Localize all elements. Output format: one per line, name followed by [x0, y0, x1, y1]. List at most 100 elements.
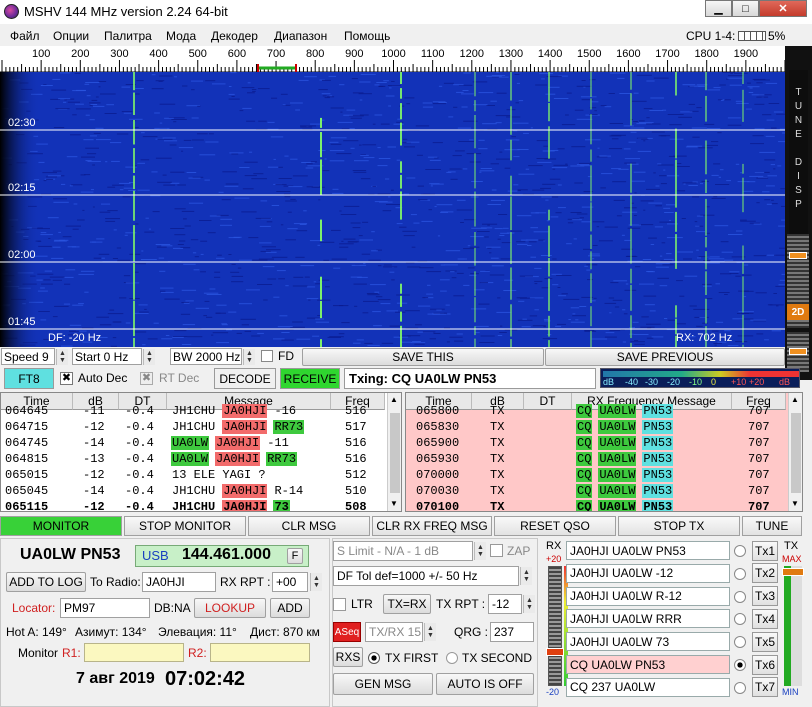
decode-button[interactable]: DECODE	[214, 368, 276, 389]
scroll-down-icon[interactable]: ▼	[390, 499, 398, 508]
menu-file[interactable]: Файл	[10, 29, 40, 43]
tx-level-handle[interactable]	[782, 568, 804, 576]
qrg-input[interactable]: 237	[490, 622, 534, 642]
gen-msg-button[interactable]: GEN MSG	[333, 673, 433, 695]
locator-input[interactable]: PM97	[60, 598, 150, 618]
fd-checkbox[interactable]	[261, 350, 273, 362]
clr-rx-freq-msg-button[interactable]: CLR RX FREQ MSG	[372, 516, 492, 536]
tx-macro-radio[interactable]	[734, 636, 746, 649]
mode-2d-button[interactable]: 2D	[787, 304, 809, 320]
tx-macro-field[interactable]: CQ UA0LW PN53	[566, 655, 730, 674]
close-button[interactable]: ✕	[759, 0, 807, 17]
minimize-button[interactable]: ▁	[705, 0, 732, 17]
bw-spinner[interactable]: ▲ ▼	[243, 349, 255, 365]
s-limit-select[interactable]: S Limit - N/A - 1 dB	[333, 541, 473, 561]
maximize-button[interactable]: □	[732, 0, 759, 17]
menu-mode[interactable]: Мода	[166, 29, 196, 43]
menu-band[interactable]: Диапазон	[274, 29, 327, 43]
table-row[interactable]: 065015 -12 -0.4 13 ELE YAGI ? 512	[1, 467, 387, 483]
stop-monitor-button[interactable]: STOP MONITOR	[124, 516, 246, 536]
scroll-up-icon[interactable]: ▲	[390, 395, 398, 404]
speed-select[interactable]: Speed 9	[1, 348, 55, 365]
frequency-ruler[interactable]: 100 200 300 400 500 600 700 800 900 1000 1100 1200 1…	[0, 46, 790, 72]
bw-select[interactable]: BW 2000 Hz	[170, 348, 242, 365]
table-row[interactable]: 064745 -14 -0.4 UA0LW JA0HJI -11 516	[1, 435, 387, 451]
mode-ft8[interactable]: FT8	[4, 368, 54, 389]
tx-macro-radio[interactable]	[734, 613, 746, 626]
auto-dec-checkbox[interactable]: ✖	[60, 372, 73, 385]
start-spinner[interactable]: ▲ ▼	[143, 349, 155, 365]
tune-slider-handle[interactable]	[789, 252, 807, 259]
save-previous-button[interactable]: SAVE PREVIOUS	[545, 348, 785, 366]
tx-rpt-input[interactable]: -12	[488, 594, 522, 614]
rx-frequency-table[interactable]: Time dB DT RX Frequency Message Freq ▲ ▼…	[405, 392, 803, 512]
tx-rx-period-spinner[interactable]: ▲ ▼	[424, 623, 436, 641]
rx-level-slider[interactable]	[548, 566, 562, 686]
df-tol-spinner[interactable]: ▲ ▼	[520, 567, 532, 585]
tune-button[interactable]: TUNE	[742, 516, 802, 536]
rxs-button[interactable]: RXS	[333, 647, 363, 667]
r1-field[interactable]	[84, 643, 184, 662]
scroll-down-icon[interactable]: ▼	[791, 499, 799, 508]
tx-macro-field[interactable]: JA0HJI UA0LW PN53	[566, 541, 730, 560]
tx-macro-field[interactable]: JA0HJI UA0LW R-12	[566, 586, 730, 606]
rx-level-handle[interactable]	[546, 648, 564, 656]
decoded-messages-table[interactable]: Time dB DT Message Freq ▲ ▼ 064645 -11 -0.…	[0, 392, 402, 512]
stop-tx-button[interactable]: STOP TX	[618, 516, 740, 536]
clr-msg-button[interactable]: CLR MSG	[248, 516, 370, 536]
tx-rpt-spinner[interactable]: ▲ ▼	[523, 595, 535, 613]
tx-macro-radio[interactable]	[734, 659, 746, 671]
table-row[interactable]: 064815 -13 -0.4 UA0LW JA0HJI RR73 516	[1, 451, 387, 467]
tx-macro-button[interactable]: Tx1	[752, 540, 778, 561]
s-limit-spinner[interactable]: ▲ ▼	[474, 542, 486, 560]
add-to-log-button[interactable]: ADD TO LOG	[6, 572, 86, 592]
monitor-button[interactable]: MONITOR	[0, 516, 122, 536]
start-select[interactable]: Start 0 Hz	[72, 348, 142, 365]
ltr-checkbox[interactable]	[333, 598, 346, 611]
r2-field[interactable]	[210, 643, 310, 662]
scroll-thumb[interactable]	[791, 413, 801, 493]
tx-macro-field[interactable]: JA0HJI UA0LW 73	[566, 632, 730, 652]
menu-options[interactable]: Опции	[53, 29, 89, 43]
disp-slider-handle[interactable]	[789, 348, 807, 355]
table-row[interactable]: 065930 TX CQ UA0LW PN53 707	[406, 451, 786, 467]
tx-second-radio[interactable]	[446, 652, 458, 664]
tx-macro-button[interactable]: Tx3	[752, 586, 778, 607]
tx-macro-button[interactable]: Tx4	[752, 608, 778, 629]
table-row[interactable]: 070100 TX CQ UA0LW PN53 707	[406, 499, 786, 511]
df-tol-select[interactable]: DF Tol def=1000 +/- 50 Hz	[333, 566, 519, 586]
zap-checkbox[interactable]	[490, 544, 503, 557]
lookup-button[interactable]: LOOKUP	[194, 598, 266, 618]
reset-qso-button[interactable]: RESET QSO	[494, 516, 616, 536]
table-row[interactable]: 065800 TX CQ UA0LW PN53 707	[406, 403, 786, 419]
tx-eq-rx-button[interactable]: TX=RX	[383, 594, 431, 614]
add-button[interactable]: ADD	[270, 598, 310, 618]
save-this-button[interactable]: SAVE THIS	[302, 348, 544, 366]
rx-rpt-spinner[interactable]: ▲ ▼	[310, 573, 322, 591]
table-row[interactable]: 070030 TX CQ UA0LW PN53 707	[406, 483, 786, 499]
tx-macro-radio[interactable]	[734, 681, 746, 694]
receive-button[interactable]: RECEIVE	[280, 368, 340, 389]
tx-macro-button[interactable]: Tx5	[752, 631, 778, 652]
tx-macro-field[interactable]: JA0HJI UA0LW RRR	[566, 609, 730, 629]
table-row[interactable]: 065115 -12 -0.4 JH1CHU JA0HJI 73 508	[1, 499, 387, 511]
rx-rpt-input[interactable]: +00	[272, 572, 308, 592]
table-row[interactable]: 064715 -12 -0.4 JH1CHU JA0HJI RR73 517	[1, 419, 387, 435]
tx-macro-field[interactable]: CQ 237 UA0LW	[566, 677, 730, 697]
table-row[interactable]: 065045 -14 -0.4 JH1CHU JA0HJI R-14 510	[1, 483, 387, 499]
tx-macro-button[interactable]: Tx6	[752, 654, 778, 675]
scrollbar[interactable]: ▲ ▼	[788, 393, 802, 511]
scrollbar[interactable]: ▲ ▼	[387, 393, 401, 511]
tx-macro-button[interactable]: Tx7	[752, 677, 778, 698]
tx-macro-radio[interactable]	[734, 590, 746, 603]
tx-macro-field[interactable]: JA0HJI UA0LW -12	[566, 563, 730, 583]
speed-spinner[interactable]: ▲ ▼	[56, 349, 68, 365]
f-button[interactable]: F	[287, 548, 303, 564]
table-row[interactable]: 065900 TX CQ UA0LW PN53 707	[406, 435, 786, 451]
table-row[interactable]: 064645 -11 -0.4 JH1CHU JA0HJI -16 516	[1, 403, 387, 419]
menu-help[interactable]: Помощь	[344, 29, 390, 43]
table-row[interactable]: 065830 TX CQ UA0LW PN53 707	[406, 419, 786, 435]
tx-macro-button[interactable]: Tx2	[752, 563, 778, 584]
waterfall-display[interactable]: 02:30 02:15 02:00 01:45 DF: -20 Hz RX: 7…	[0, 72, 785, 347]
tx-rx-period-select[interactable]: TX/RX 15 s	[365, 622, 423, 642]
